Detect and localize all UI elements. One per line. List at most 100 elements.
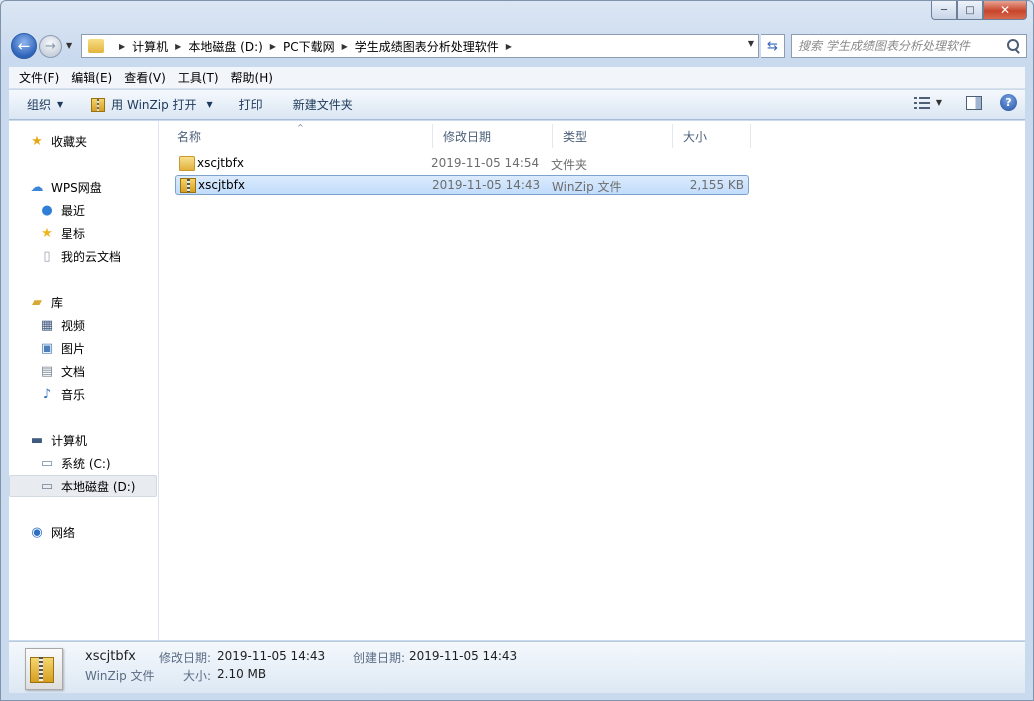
preview-pane-icon[interactable] (966, 95, 982, 110)
command-bar: 组织 ▼ 用 WinZip 打开 ▼ 打印 新建文件夹 ▼ ? (9, 90, 1025, 120)
nav-computer[interactable]: ▬ 计算机 (9, 429, 157, 451)
menu-file[interactable]: 文件(F) (13, 69, 65, 86)
zip-icon (180, 178, 196, 193)
sort-ascending-icon: ^ (297, 123, 304, 132)
library-icon: ▰ (32, 294, 42, 310)
document-icon: ▯ (43, 248, 51, 264)
nav-documents[interactable]: ▤ 文档 (9, 360, 157, 382)
chevron-right-icon[interactable]: ▶ (506, 42, 512, 51)
file-name: xscjtbfx (197, 156, 244, 170)
music-note-icon: ♪ (42, 386, 52, 402)
nav-network[interactable]: ◉ 网络 (9, 521, 157, 543)
nav-recent[interactable]: ● 最近 (9, 199, 157, 221)
minimize-button[interactable]: ─ (931, 1, 957, 20)
navigation-pane[interactable]: ★ 收藏夹 ☁ WPS网盘 ● 最近 ★ 星标 ▯ 我的云文档 ▰ 库 ▦ 视频… (9, 121, 159, 640)
details-file-name: xscjtbfx (85, 649, 136, 664)
document-icon: ▤ (40, 363, 54, 379)
nav-music[interactable]: ♪ 音乐 (9, 383, 157, 405)
file-row-folder[interactable]: xscjtbfx 2019-11-05 14:54 文件夹 (175, 154, 749, 174)
maximize-button[interactable]: □ (957, 1, 983, 20)
back-button[interactable]: ← (11, 33, 37, 59)
caption-buttons: ─ □ ✕ (931, 1, 1027, 22)
menu-edit[interactable]: 编辑(E) (65, 69, 118, 86)
menu-view[interactable]: 查看(V) (118, 69, 172, 86)
column-header-date[interactable]: 修改日期 (433, 124, 553, 148)
arrow-left-icon: ← (17, 37, 31, 55)
file-row-zip[interactable]: xscjtbfx 2019-11-05 14:43 WinZip 文件 2,15… (175, 175, 749, 195)
folder-icon (88, 39, 104, 53)
breadcrumb-item-current-folder[interactable]: 学生成绩图表分析处理软件 (355, 38, 499, 55)
search-input[interactable] (798, 39, 1006, 53)
view-options-icon[interactable] (913, 96, 930, 109)
nav-drive-d[interactable]: ▭ 本地磁盘 (D:) (9, 475, 157, 497)
clock-icon: ● (41, 202, 53, 218)
open-with-label: 用 WinZip 打开 (111, 98, 197, 112)
organize-button[interactable]: 组织 ▼ (9, 90, 75, 119)
nav-label: 文档 (61, 364, 86, 379)
breadcrumb-item-computer[interactable]: 计算机 (132, 38, 168, 55)
nav-videos[interactable]: ▦ 视频 (9, 314, 157, 336)
details-pane: xscjtbfx WinZip 文件 修改日期: 2019-11-05 14:4… (9, 641, 1025, 693)
details-modified-value: 2019-11-05 14:43 (217, 649, 326, 663)
recent-pages-dropdown[interactable]: ▼ (66, 41, 72, 50)
forward-button[interactable]: → (39, 35, 62, 58)
nav-label: 本地磁盘 (D:) (61, 479, 136, 494)
chevron-right-icon[interactable]: ▶ (270, 42, 276, 51)
chevron-right-icon[interactable]: ▶ (119, 42, 125, 51)
nav-starred[interactable]: ★ 星标 (9, 222, 157, 244)
file-date: 2019-11-05 14:54 (431, 156, 540, 170)
column-label: 类型 (563, 129, 588, 144)
nav-favorites[interactable]: ★ 收藏夹 (9, 130, 157, 152)
nav-libraries[interactable]: ▰ 库 (9, 291, 157, 313)
file-type: 文件夹 (551, 158, 588, 172)
print-button[interactable]: 打印 (225, 90, 275, 119)
refresh-button[interactable]: ⇆ (761, 34, 785, 58)
menu-bar: 文件(F) 编辑(E) 查看(V) 工具(T) 帮助(H) (9, 67, 1025, 89)
search-box[interactable] (791, 34, 1027, 58)
menu-help[interactable]: 帮助(H) (225, 69, 279, 86)
nav-label: 系统 (C:) (61, 456, 111, 471)
column-header-type[interactable]: 类型 (553, 124, 673, 148)
breadcrumb-item-pc-download[interactable]: PC下载网 (283, 38, 335, 55)
drive-icon: ▭ (40, 478, 54, 494)
star-icon: ★ (41, 225, 53, 241)
cloud-icon: ☁ (30, 179, 44, 195)
details-file-type: WinZip 文件 (85, 669, 155, 683)
nav-pictures[interactable]: ▣ 图片 (9, 337, 157, 359)
file-name: xscjtbfx (198, 178, 245, 192)
print-label: 打印 (238, 98, 263, 112)
breadcrumb[interactable]: ▶ 计算机 ▶ 本地磁盘 (D:) ▶ PC下载网 ▶ 学生成绩图表分析处理软件… (81, 34, 759, 58)
column-label: 大小 (683, 129, 708, 144)
network-icon: ◉ (31, 524, 43, 540)
new-folder-label: 新建文件夹 (292, 98, 353, 112)
details-size-value: 2.10 MB (217, 667, 267, 681)
chevron-right-icon[interactable]: ▶ (175, 42, 181, 51)
column-header-size[interactable]: 大小 (673, 124, 751, 148)
details-size-label: 大小: (183, 669, 212, 683)
chevron-right-icon[interactable]: ▶ (342, 42, 348, 51)
nav-label: 最近 (61, 203, 86, 218)
nav-wps-cloud[interactable]: ☁ WPS网盘 (9, 176, 157, 198)
address-dropdown-button[interactable]: ▼ (748, 39, 754, 48)
view-controls: ▼ ? (913, 94, 1017, 111)
arrow-right-icon: → (45, 39, 56, 54)
breadcrumb-item-drive-d[interactable]: 本地磁盘 (D:) (188, 38, 262, 55)
file-list[interactable]: 名称 ^ 修改日期 类型 大小 xscjtbfx 2019-11-05 14:5… (167, 121, 1025, 640)
nav-cloud-docs[interactable]: ▯ 我的云文档 (9, 245, 157, 267)
help-icon[interactable]: ? (1000, 94, 1017, 111)
column-header-name[interactable]: 名称 ^ (167, 123, 433, 148)
close-button[interactable]: ✕ (983, 1, 1027, 20)
details-created-value: 2019-11-05 14:43 (409, 649, 518, 663)
organize-label: 组织 (27, 98, 52, 112)
computer-icon: ▬ (30, 432, 44, 448)
search-icon[interactable] (1006, 39, 1020, 53)
view-dropdown-button[interactable]: ▼ (936, 98, 942, 107)
chevron-down-icon: ▼ (57, 100, 64, 109)
nav-drive-c[interactable]: ▭ 系统 (C:) (9, 452, 157, 474)
nav-label: 图片 (61, 341, 86, 356)
system-drive-icon: ▭ (40, 455, 54, 471)
new-folder-button[interactable]: 新建文件夹 (275, 90, 365, 119)
open-with-winzip-button[interactable]: 用 WinZip 打开 ▼ (75, 90, 225, 119)
menu-tools[interactable]: 工具(T) (172, 69, 225, 86)
explorer-window: ─ □ ✕ ← → ▼ ▶ 计算机 ▶ 本地磁盘 (D:) ▶ PC下载网 ▶ … (0, 0, 1034, 701)
